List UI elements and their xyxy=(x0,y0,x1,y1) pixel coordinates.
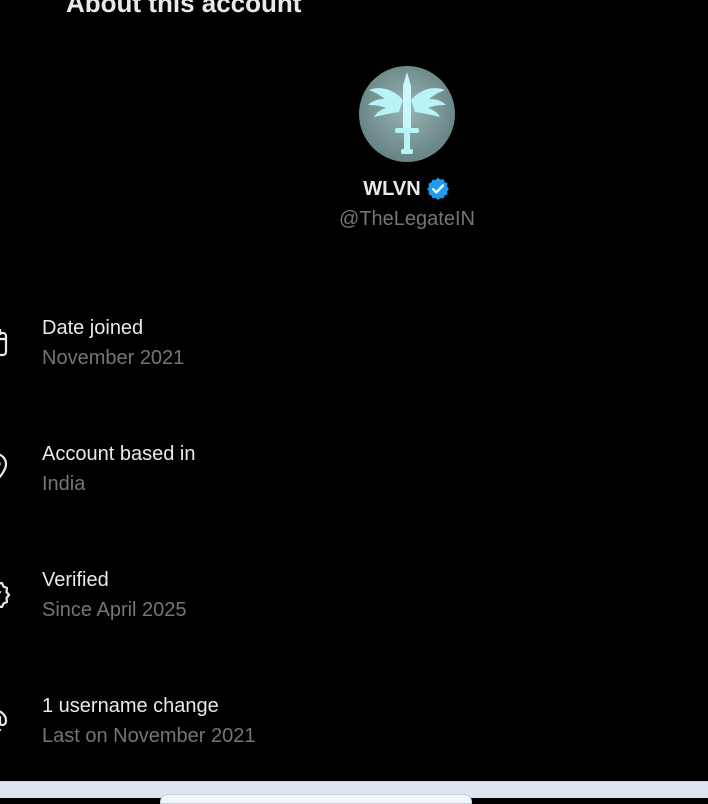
verified-badge-icon[interactable] xyxy=(425,176,451,202)
avatar[interactable] xyxy=(359,66,455,162)
display-name: WLVN xyxy=(363,177,421,200)
detail-label: Account based in xyxy=(42,443,196,465)
detail-account-based-in: Account based in India xyxy=(0,443,708,503)
page-title: About this account xyxy=(66,0,302,18)
verified-seal-icon xyxy=(0,581,11,609)
browser-tab-strip[interactable] xyxy=(160,794,472,804)
winged-sword-emblem-icon xyxy=(368,72,446,154)
location-pin-icon xyxy=(0,453,8,479)
detail-label: Verified xyxy=(42,569,109,591)
browser-bottom-bar xyxy=(0,781,708,804)
calendar-icon xyxy=(0,329,8,357)
detail-label: Date joined xyxy=(42,317,144,339)
detail-username-change: 1 username change Last on November 2021 xyxy=(0,695,708,755)
detail-value: India xyxy=(42,473,86,495)
at-sign-icon xyxy=(0,710,8,732)
detail-date-joined: Date joined November 2021 xyxy=(0,317,708,377)
profile-name-row: WLVN xyxy=(0,176,708,202)
detail-verified: Verified Since April 2025 xyxy=(0,569,708,629)
detail-value: Last on November 2021 xyxy=(42,725,256,747)
username-handle: @TheLegateIN xyxy=(339,208,475,230)
detail-label: 1 username change xyxy=(42,695,219,717)
detail-value: November 2021 xyxy=(42,347,185,369)
detail-value: Since April 2025 xyxy=(42,599,187,621)
